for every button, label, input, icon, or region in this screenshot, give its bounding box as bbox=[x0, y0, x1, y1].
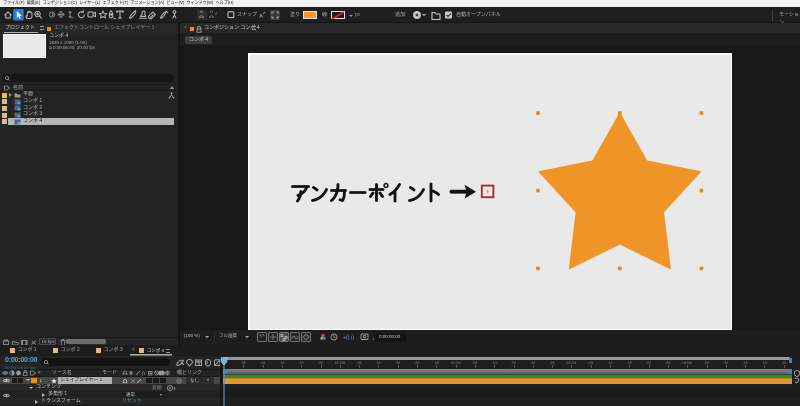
svg-text:fx: fx bbox=[142, 372, 146, 376]
svg-text:+0.0: +0.0 bbox=[343, 336, 354, 342]
